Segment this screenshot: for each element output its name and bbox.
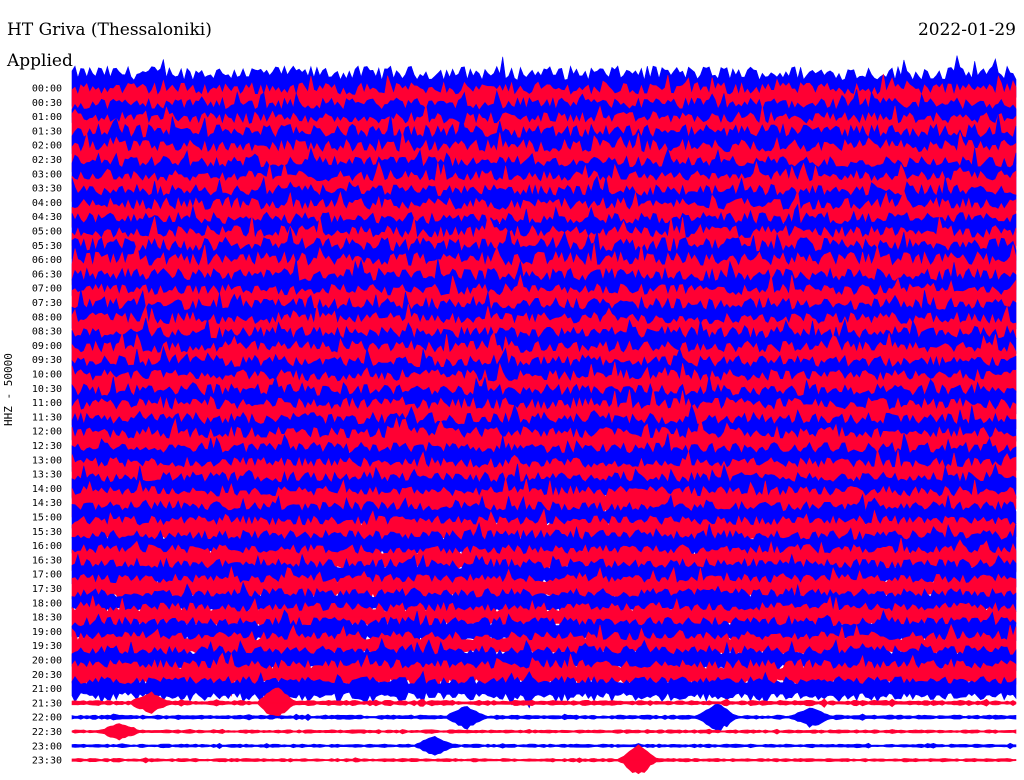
time-tick-label: 16:30 bbox=[32, 555, 62, 566]
time-tick-label: 17:00 bbox=[32, 570, 62, 581]
time-tick-label: 22:00 bbox=[32, 713, 62, 724]
trace-row-2330 bbox=[71, 744, 1017, 775]
time-tick-label: 07:30 bbox=[32, 298, 62, 309]
time-tick-label: 09:30 bbox=[32, 355, 62, 366]
time-tick-label: 03:00 bbox=[32, 169, 62, 180]
time-tick-label: 23:00 bbox=[32, 741, 62, 752]
time-tick-label: 10:30 bbox=[32, 384, 62, 395]
time-tick-label: 05:00 bbox=[32, 227, 62, 238]
time-tick-label: 23:30 bbox=[32, 756, 62, 767]
time-tick-label: 14:00 bbox=[32, 484, 62, 495]
time-tick-label: 01:00 bbox=[32, 112, 62, 123]
trace-row-2200 bbox=[71, 703, 1017, 733]
time-tick-label: 10:00 bbox=[32, 370, 62, 381]
time-tick-label: 22:30 bbox=[32, 727, 62, 738]
trace-layer bbox=[71, 55, 1017, 775]
time-tick-label: 06:00 bbox=[32, 255, 62, 266]
time-tick-label: 04:30 bbox=[32, 212, 62, 223]
time-tick-label: 20:30 bbox=[32, 670, 62, 681]
time-tick-label: 15:00 bbox=[32, 513, 62, 524]
time-tick-label: 21:30 bbox=[32, 698, 62, 709]
time-tick-label: 08:00 bbox=[32, 312, 62, 323]
time-tick-label: 00:00 bbox=[32, 84, 62, 95]
helicorder-plot: 00:00 00:30 01:00 01:30 02:00 02:30 03:00 03:30… bbox=[32, 55, 1017, 775]
time-tick-label: 16:00 bbox=[32, 541, 62, 552]
time-tick-label: 07:00 bbox=[32, 284, 62, 295]
time-tick-label: 13:30 bbox=[32, 470, 62, 481]
time-tick-label: 20:00 bbox=[32, 656, 62, 667]
time-tick-label: 18:00 bbox=[32, 598, 62, 609]
time-tick-label: 17:30 bbox=[32, 584, 62, 595]
time-tick-label: 06:30 bbox=[32, 269, 62, 280]
time-tick-label: 18:30 bbox=[32, 613, 62, 624]
time-tick-layer: 00:00 00:30 01:00 01:30 02:00 02:30 03:00 03:30… bbox=[32, 84, 62, 767]
time-tick-label: 15:30 bbox=[32, 527, 62, 538]
time-tick-label: 01:30 bbox=[32, 126, 62, 137]
time-tick-label: 11:30 bbox=[32, 412, 62, 423]
time-tick-label: 19:30 bbox=[32, 641, 62, 652]
time-tick-label: 05:30 bbox=[32, 241, 62, 252]
time-tick-label: 00:30 bbox=[32, 98, 62, 109]
time-tick-label: 12:30 bbox=[32, 441, 62, 452]
time-tick-label: 11:00 bbox=[32, 398, 62, 409]
time-tick-label: 14:30 bbox=[32, 498, 62, 509]
time-tick-label: 09:00 bbox=[32, 341, 62, 352]
time-tick-label: 04:00 bbox=[32, 198, 62, 209]
time-tick-label: 02:00 bbox=[32, 141, 62, 152]
time-tick-label: 03:30 bbox=[32, 184, 62, 195]
time-tick-label: 19:00 bbox=[32, 627, 62, 638]
time-tick-label: 21:00 bbox=[32, 684, 62, 695]
time-tick-label: 08:30 bbox=[32, 327, 62, 338]
time-tick-label: 12:00 bbox=[32, 427, 62, 438]
time-tick-label: 13:00 bbox=[32, 455, 62, 466]
time-tick-label: 02:30 bbox=[32, 155, 62, 166]
